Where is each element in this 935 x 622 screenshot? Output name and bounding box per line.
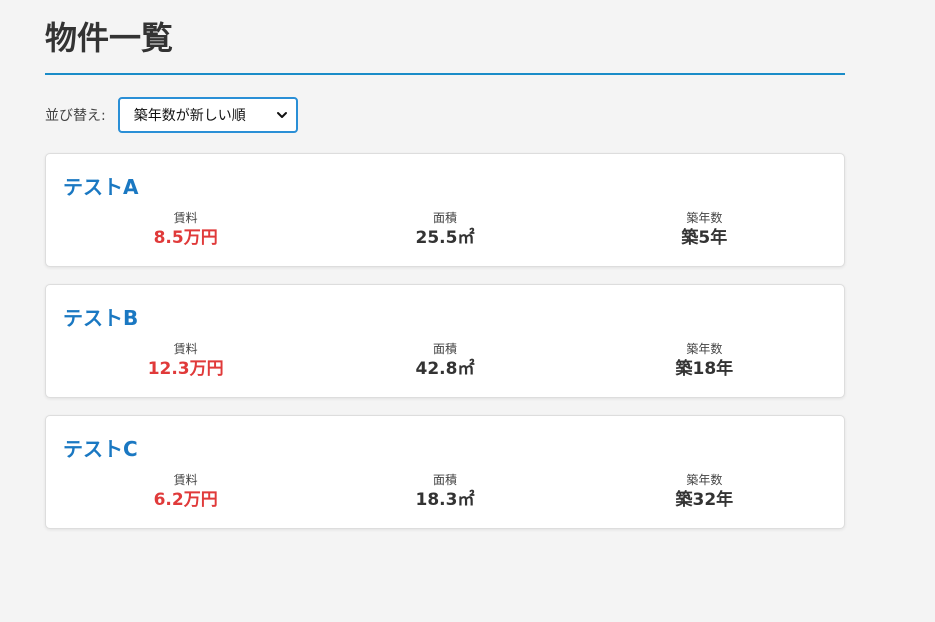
area-label: 面積: [432, 473, 457, 487]
property-stats: 賃料 8.5万円 面積 25.5㎡ 築年数 築5年: [56, 210, 834, 250]
chevron-down-icon: [276, 112, 287, 118]
property-stats: 賃料 12.3万円 面積 42.8㎡ 築年数 築18年: [56, 341, 834, 381]
age-label: 築年数: [686, 473, 723, 487]
rent-value: 8.5万円: [153, 228, 218, 248]
property-card: テストB 賃料 12.3万円 面積 42.8㎡ 築年数 築18年: [45, 284, 845, 398]
rent-stat: 賃料 8.5万円: [56, 210, 315, 250]
age-label: 築年数: [686, 342, 723, 356]
area-value: 42.8㎡: [415, 359, 475, 379]
area-value: 18.3㎡: [415, 490, 475, 510]
age-value: 築18年: [675, 359, 734, 379]
property-card: テストC 賃料 6.2万円 面積 18.3㎡ 築年数 築32年: [45, 415, 845, 529]
area-stat: 面積 18.3㎡: [315, 472, 574, 512]
sort-label: 並び替え:: [45, 108, 106, 124]
area-stat: 面積 42.8㎡: [315, 341, 574, 381]
area-label: 面積: [432, 211, 457, 225]
rent-label: 賃料: [173, 473, 198, 487]
rent-label: 賃料: [173, 211, 198, 225]
sort-row: 並び替え: 築年数が新しい順: [45, 97, 845, 133]
page-title: 物件一覧: [45, 0, 845, 75]
sort-select[interactable]: 築年数が新しい順: [117, 97, 298, 133]
rent-label: 賃料: [173, 342, 198, 356]
property-card: テストA 賃料 8.5万円 面積 25.5㎡ 築年数 築5年: [45, 153, 845, 267]
rent-stat: 賃料 12.3万円: [56, 341, 315, 381]
age-value: 築5年: [681, 228, 728, 248]
property-name[interactable]: テストC: [63, 433, 138, 462]
age-label: 築年数: [686, 211, 723, 225]
property-name[interactable]: テストB: [63, 302, 138, 331]
property-name[interactable]: テストA: [63, 171, 138, 200]
age-stat: 築年数 築5年: [575, 210, 834, 250]
rent-stat: 賃料 6.2万円: [56, 472, 315, 512]
age-stat: 築年数 築18年: [575, 341, 834, 381]
main-container: 物件一覧 並び替え: 築年数が新しい順: [45, 0, 845, 133]
area-stat: 面積 25.5㎡: [315, 210, 574, 250]
property-stats: 賃料 6.2万円 面積 18.3㎡ 築年数 築32年: [56, 472, 834, 512]
rent-value: 6.2万円: [153, 490, 218, 510]
rent-value: 12.3万円: [147, 359, 224, 379]
age-value: 築32年: [675, 490, 734, 510]
sort-selected-value: 築年数が新しい順: [133, 108, 246, 124]
area-label: 面積: [432, 342, 457, 356]
age-stat: 築年数 築32年: [575, 472, 834, 512]
area-value: 25.5㎡: [415, 228, 475, 248]
